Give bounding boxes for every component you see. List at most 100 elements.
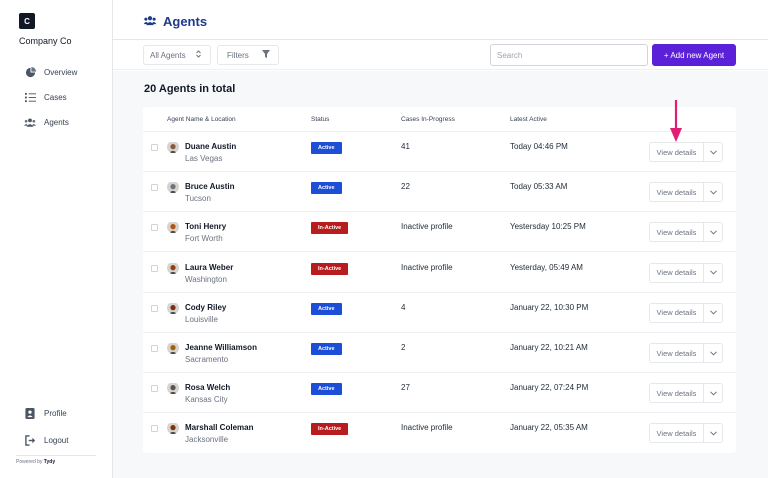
view-details-button[interactable]: View details: [650, 143, 704, 161]
sidebar-item-agents[interactable]: Agents: [24, 116, 69, 128]
status-badge: In-Active: [311, 222, 349, 235]
cases-in-progress: Inactive profile: [401, 423, 453, 433]
view-details-group: View details: [649, 383, 723, 404]
agent-name: Bruce Austin: [185, 182, 235, 192]
row-checkbox[interactable]: [151, 385, 158, 393]
view-details-button[interactable]: View details: [650, 424, 704, 443]
company-logo[interactable]: C: [19, 13, 35, 29]
row-checkbox[interactable]: [151, 144, 158, 151]
sidebar-item-label: Cases: [44, 92, 67, 102]
row-checkbox[interactable]: [151, 224, 158, 232]
logout-icon: [24, 434, 36, 446]
latest-active: Today 04:46 PM: [510, 142, 568, 151]
chevron-down-icon[interactable]: [704, 183, 722, 201]
view-details-group: View details: [649, 302, 723, 323]
table-row: Cody Riley Louisville Active 4 January 2…: [143, 293, 736, 333]
status-badge: Active: [311, 343, 342, 355]
chevron-down-icon[interactable]: [704, 304, 722, 322]
agent-location: Jacksonville: [185, 435, 229, 445]
avatar: [167, 422, 179, 435]
view-details-button[interactable]: View details: [650, 183, 704, 202]
chevron-down-icon[interactable]: [704, 384, 722, 402]
view-details-button[interactable]: View details: [650, 223, 704, 242]
sidebar-item-label: Agents: [44, 117, 69, 127]
status-badge: Active: [311, 383, 342, 396]
table-row: Marshall Coleman Jacksonville In-Active …: [143, 413, 736, 453]
toolbar: All Agents Filters + Add new Agent: [113, 40, 768, 70]
agent-name: Cody Riley: [185, 302, 227, 312]
sidebar-item-cases[interactable]: Cases: [24, 91, 67, 103]
column-header-agent: Agent Name & Location: [167, 116, 236, 123]
agent-filter-select[interactable]: All Agents: [143, 45, 211, 65]
page-title: Agents: [143, 14, 207, 29]
company-name: Company Co: [19, 36, 72, 46]
avatar: [167, 141, 179, 153]
sidebar-item-overview[interactable]: Overview: [24, 66, 77, 78]
view-details-button[interactable]: View details: [650, 303, 704, 322]
sidebar: C Company Co Overview Cases Agents Profi…: [0, 0, 113, 478]
powered-by-brand[interactable]: Tydy: [44, 459, 55, 465]
filter-funnel-icon: [261, 50, 270, 60]
powered-by-text: Powered by: [16, 459, 43, 465]
row-checkbox[interactable]: [151, 425, 158, 433]
agent-location: Washington: [185, 274, 227, 284]
status-badge: Active: [311, 182, 342, 195]
row-checkbox[interactable]: [151, 304, 158, 312]
cases-in-progress: Inactive profile: [401, 222, 453, 232]
sidebar-item-logout[interactable]: Logout: [24, 434, 68, 446]
agents-total: 20 Agents in total: [144, 83, 236, 95]
agent-name: Rosa Welch: [185, 383, 231, 393]
sidebar-divider: [16, 455, 96, 456]
table-row: Duane Austin Las Vegas Active 41 Today 0…: [143, 132, 736, 172]
agent-name: Marshall Coleman: [185, 423, 254, 433]
agent-location: Las Vegas: [185, 154, 223, 163]
chevron-down-icon[interactable]: [704, 424, 722, 442]
row-checkbox[interactable]: [151, 264, 158, 272]
avatar: [167, 302, 179, 314]
filters-label: Filters: [227, 50, 249, 60]
select-arrows-icon: [195, 50, 201, 60]
latest-active: January 22, 07:24 PM: [510, 383, 589, 393]
filters-button[interactable]: Filters: [217, 45, 279, 65]
view-details-group: View details: [649, 142, 723, 162]
status-badge: Active: [311, 142, 342, 154]
status-badge: In-Active: [311, 423, 349, 436]
avatar: [167, 342, 179, 354]
agent-location: Louisville: [185, 314, 218, 324]
chevron-down-icon[interactable]: [704, 344, 722, 362]
column-header-latest-active: Latest Active: [510, 116, 547, 123]
agent-location: Tucson: [185, 194, 211, 204]
row-checkbox[interactable]: [151, 345, 158, 352]
search-input[interactable]: [490, 44, 648, 66]
sidebar-item-profile[interactable]: Profile: [24, 407, 67, 419]
latest-active: January 22, 05:35 AM: [510, 423, 588, 433]
agent-name: Laura Weber: [185, 262, 234, 272]
avatar: [167, 181, 179, 194]
page-header: Agents: [113, 0, 768, 40]
add-new-agent-button[interactable]: + Add new Agent: [652, 44, 736, 66]
avatar: [167, 262, 179, 274]
agent-filter-value: All Agents: [150, 50, 186, 60]
view-details-button[interactable]: View details: [650, 384, 704, 403]
annotation-arrow-icon: [670, 100, 682, 142]
latest-active: January 22, 10:21 AM: [510, 343, 588, 352]
sidebar-item-label: Overview: [44, 67, 78, 77]
table-header: Agent Name & Location Status Cases In-Pr…: [143, 107, 736, 132]
agents-table: Agent Name & Location Status Cases In-Pr…: [143, 107, 736, 453]
table-row: Rosa Welch Kansas City Active 27 January…: [143, 373, 736, 414]
cases-in-progress: 27: [401, 383, 410, 393]
view-details-button[interactable]: View details: [650, 344, 704, 362]
list-icon: [24, 91, 36, 103]
cases-in-progress: 2: [401, 343, 406, 352]
agent-location: Kansas City: [185, 395, 228, 405]
avatar: [167, 221, 179, 234]
cases-in-progress: 41: [401, 142, 410, 151]
row-checkbox[interactable]: [151, 184, 158, 192]
table-row: Jeanne Williamson Sacramento Active 2 Ja…: [143, 333, 736, 373]
chevron-down-icon[interactable]: [704, 264, 722, 282]
chevron-down-icon[interactable]: [704, 223, 722, 241]
profile-icon: [24, 407, 36, 419]
chevron-down-icon[interactable]: [704, 143, 722, 161]
page-title-text: Agents: [163, 14, 208, 29]
view-details-button[interactable]: View details: [650, 263, 704, 282]
